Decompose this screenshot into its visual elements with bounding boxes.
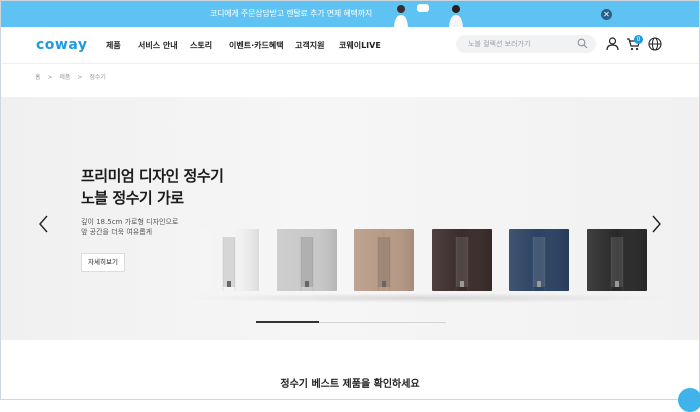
water-purifier-image [354,229,414,291]
water-purifier-image [199,229,259,291]
nav-item-events[interactable]: 이벤트·카드혜택 [229,40,284,51]
nav-item-story[interactable]: 스토리 [190,40,212,51]
globe-icon[interactable] [648,37,662,51]
search-input[interactable]: 노블 컬렉션 보러가기 [456,35,596,53]
arrow-left-icon[interactable] [39,215,49,233]
chat-bubble-icon [417,4,429,12]
breadcrumb-home[interactable]: 홈 [35,74,41,81]
promo-person-image-2 [449,5,463,27]
water-purifier-image [586,229,647,291]
user-icon[interactable] [606,37,619,51]
site-header: coway 제품 서비스 안내 스토리 이벤트·카드혜택 고객지원 코웨이LIV… [1,27,699,64]
cart-count-badge: 0 [634,35,643,44]
water-purifier-image [276,229,337,291]
section-title: 정수기 베스트 제품을 확인하세요 [280,379,420,390]
water-purifier-image [431,229,492,291]
arrow-right-icon[interactable] [651,215,661,233]
promo-banner[interactable]: 코디에게 주문상담받고 렌탈료 추가 면제 혜택까지 ✕ [1,1,699,27]
hero-banner: 프리미엄 디자인 정수기 노블 정수기 가로 깊이 18.5cm 가로형 디자인… [1,97,699,340]
detail-button[interactable]: 자세히보기 [81,253,125,272]
hero-title-line1: 프리미엄 디자인 정수기 [81,167,224,185]
slide-indicator-progress[interactable] [256,321,319,323]
promo-text: 코디에게 주문상담받고 렌탈료 추가 면제 혜택까지 [209,9,373,18]
breadcrumb-separator: > [47,74,53,81]
chat-icon[interactable] [678,388,700,412]
nav-item-live[interactable]: 코웨이LIVE [339,40,381,51]
search-placeholder: 노블 컬렉션 보러가기 [468,40,531,48]
hero-title: 프리미엄 디자인 정수기 노블 정수기 가로 [81,165,224,209]
water-purifier-image [509,229,569,291]
nav-item-products[interactable]: 제품 [106,40,121,51]
hero-description: 깊이 18.5cm 가로형 디자인으로 앞 공간을 더욱 여유롭게 [81,217,178,237]
close-icon[interactable]: ✕ [601,9,612,20]
breadcrumb: 홈 > 제품 > 정수기 [35,72,111,81]
breadcrumb-current: 정수기 [89,74,106,81]
hero-title-line2: 노블 정수기 가로 [81,189,184,207]
breadcrumb-separator: > [77,74,83,81]
breadcrumb-products[interactable]: 제품 [59,74,70,81]
floor-shadow [181,293,671,303]
nav-item-service[interactable]: 서비스 안내 [138,40,178,51]
promo-person-image [394,5,408,27]
search-icon[interactable] [577,38,588,49]
nav-item-support[interactable]: 고객지원 [295,40,324,51]
hero-desc-line2: 앞 공간을 더욱 여유롭게 [81,228,153,236]
hero-desc-line1: 깊이 18.5cm 가로형 디자인으로 [81,218,179,226]
logo[interactable]: coway [36,37,88,53]
